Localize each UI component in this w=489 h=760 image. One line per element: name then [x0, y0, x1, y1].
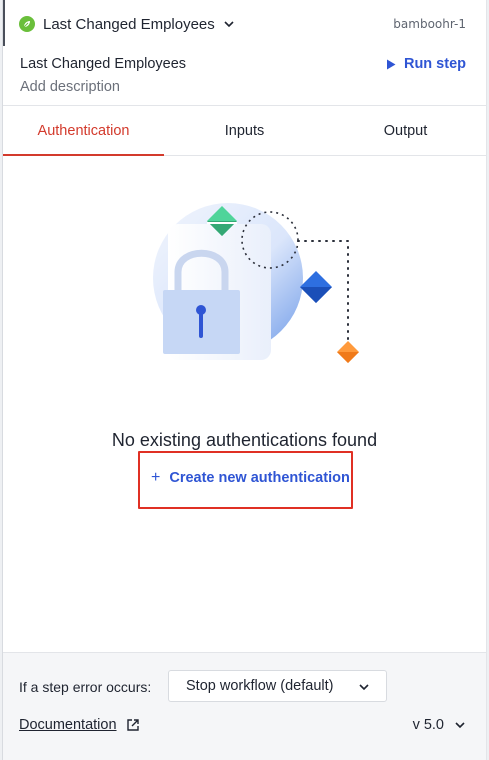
tab-authentication[interactable]: Authentication: [3, 106, 164, 156]
external-link-icon: [126, 719, 139, 731]
step-header: Last Changed Employees bamboohr-1: [19, 12, 466, 36]
step-config-panel: Last Changed Employees bamboohr-1 Last C…: [2, 0, 487, 760]
description-field[interactable]: Add description: [20, 79, 120, 95]
plus-icon: +: [151, 469, 161, 486]
tab-bar: Authentication Inputs Output: [3, 105, 486, 156]
empty-state-message: No existing authentications found: [111, 430, 378, 450]
error-handling-select[interactable]: Stop workflow (default): [168, 670, 387, 702]
documentation-link[interactable]: Documentation: [19, 717, 140, 733]
padlock-illustration: [153, 203, 359, 363]
error-handling-value: Stop workflow (default): [186, 678, 334, 694]
version-select[interactable]: v 5.0: [413, 717, 466, 733]
bamboohr-leaf-icon: [19, 16, 35, 32]
run-step-button[interactable]: Run step: [386, 56, 466, 72]
app-key-label: bamboohr-1: [393, 17, 466, 31]
error-handling-label: If a step error occurs:: [19, 679, 152, 695]
step-name[interactable]: Last Changed Employees: [20, 56, 186, 72]
chevron-down-icon: [455, 722, 465, 729]
version-label: v 5.0: [412, 717, 444, 733]
chevron-down-icon: [359, 684, 369, 691]
create-authentication-button[interactable]: + Create new authentication: [151, 467, 350, 489]
documentation-label: Documentation: [19, 717, 117, 733]
tab-inputs[interactable]: Inputs: [164, 106, 325, 155]
step-title[interactable]: Last Changed Employees: [43, 16, 215, 33]
create-authentication-label: Create new authentication: [169, 470, 350, 486]
step-name-row: Last Changed Employees Run step: [20, 54, 466, 74]
selection-accent-bar: [3, 0, 5, 46]
chevron-down-icon[interactable]: [223, 18, 235, 30]
tab-output[interactable]: Output: [325, 106, 486, 155]
step-footer: If a step error occurs: Stop workflow (d…: [3, 652, 486, 760]
play-icon: [386, 59, 396, 69]
run-step-label: Run step: [403, 56, 466, 72]
